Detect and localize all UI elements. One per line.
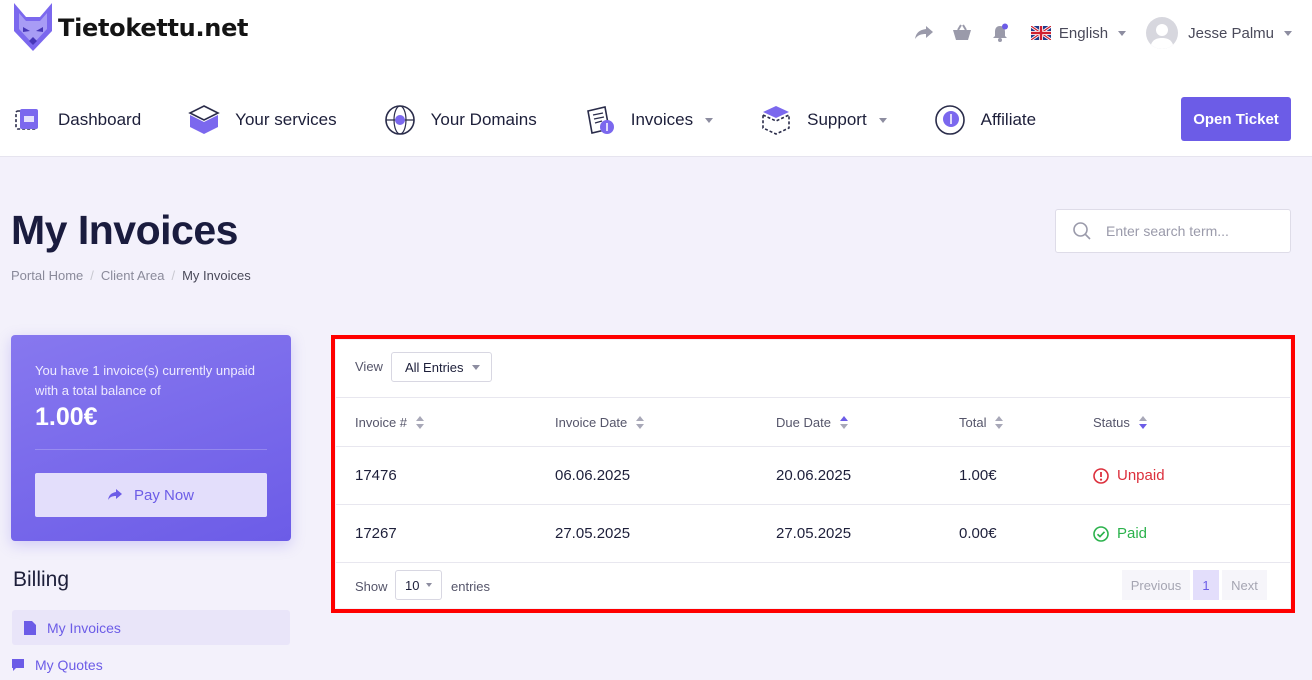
entries-label: entries bbox=[451, 579, 491, 594]
column-header-due-date[interactable]: Due Date bbox=[776, 415, 848, 430]
page-title: My Invoices bbox=[11, 207, 238, 253]
chevron-down-icon bbox=[1118, 30, 1127, 36]
uk-flag-icon bbox=[1030, 26, 1051, 40]
nav-item-invoices[interactable]: Invoices bbox=[583, 98, 714, 142]
view-label: View bbox=[355, 359, 383, 374]
avatar bbox=[1146, 17, 1179, 49]
table-filter-row: View All Entries bbox=[336, 340, 1290, 398]
table-header: Invoice # Invoice Date Due Date Total St… bbox=[336, 398, 1290, 447]
view-filter-select[interactable]: All Entries bbox=[391, 352, 492, 382]
table-row[interactable]: 17476 06.06.2025 20.06.2025 1.00€ Unpaid bbox=[336, 447, 1290, 505]
chevron-down-icon bbox=[878, 117, 887, 123]
bell-icon[interactable] bbox=[989, 22, 1011, 44]
invoice-date: 06.06.2025 bbox=[555, 467, 631, 484]
sidebar-item-label: My Invoices bbox=[47, 619, 121, 636]
search-input[interactable] bbox=[1106, 223, 1286, 239]
sidebar-item-my-quotes[interactable]: My Quotes bbox=[12, 647, 290, 680]
brand-name: Tietokettu.net bbox=[58, 14, 249, 42]
breadcrumb: Portal Home / Client Area / My Invoices bbox=[11, 268, 251, 283]
support-box-icon bbox=[762, 106, 790, 135]
document-icon bbox=[24, 620, 36, 635]
breadcrumb-client-area[interactable]: Client Area bbox=[101, 268, 165, 283]
nav-item-your-domains[interactable]: Your Domains bbox=[383, 98, 537, 142]
top-header: Tietokettu.net English Jesse Palmu Dashb… bbox=[0, 0, 1312, 157]
affiliate-coin-icon bbox=[934, 105, 965, 135]
invoice-number: 17267 bbox=[355, 525, 397, 542]
header-actions: English Jesse Palmu bbox=[913, 14, 1292, 52]
sidebar-title: Billing bbox=[13, 568, 70, 591]
sort-asc-icon bbox=[839, 416, 848, 429]
breadcrumb-current: My Invoices bbox=[182, 268, 251, 283]
page-length-value: 10 bbox=[405, 577, 420, 593]
chevron-down-icon bbox=[705, 117, 714, 123]
page-length-select[interactable]: 10 bbox=[395, 570, 442, 600]
breadcrumb-separator: / bbox=[90, 268, 94, 283]
check-circle-icon bbox=[1093, 525, 1109, 542]
breadcrumb-separator: / bbox=[171, 268, 176, 283]
balance-message: You have 1 invoice(s) currently unpaid w… bbox=[35, 363, 255, 398]
pagination: Previous 1 Next bbox=[1119, 570, 1267, 600]
status-badge: Unpaid bbox=[1093, 467, 1165, 484]
sort-icon bbox=[636, 416, 645, 429]
chevron-down-icon bbox=[472, 365, 480, 370]
due-date: 20.06.2025 bbox=[776, 467, 852, 484]
previous-page-button[interactable]: Previous bbox=[1122, 570, 1190, 600]
share-icon[interactable] bbox=[913, 22, 935, 44]
brand[interactable]: Tietokettu.net bbox=[10, 0, 249, 56]
show-label: Show bbox=[355, 579, 388, 594]
table-footer: Show 10 entries Previous 1 Next bbox=[336, 563, 1290, 608]
exclamation-circle-icon bbox=[1093, 467, 1109, 484]
status-label: Paid bbox=[1117, 525, 1148, 542]
search-box bbox=[1055, 209, 1291, 253]
breadcrumb-portal-home[interactable]: Portal Home bbox=[11, 268, 83, 283]
invoice-number: 17476 bbox=[355, 467, 397, 484]
globe-icon bbox=[384, 105, 415, 135]
chevron-down-icon bbox=[426, 583, 432, 587]
status-badge: Paid bbox=[1093, 525, 1147, 542]
divider bbox=[35, 449, 267, 450]
next-page-button[interactable]: Next bbox=[1222, 570, 1267, 600]
view-filter-value: All Entries bbox=[405, 359, 464, 375]
basket-icon[interactable] bbox=[951, 22, 973, 44]
box-icon bbox=[188, 105, 220, 134]
user-name: Jesse Palmu bbox=[1188, 24, 1274, 42]
fox-logo-icon bbox=[14, 3, 52, 51]
invoice-date: 27.05.2025 bbox=[555, 525, 631, 542]
nav-item-dashboard[interactable]: Dashboard bbox=[10, 98, 141, 142]
balance-amount: 1.00€ bbox=[35, 403, 98, 431]
due-date: 27.05.2025 bbox=[776, 525, 852, 542]
invoice-icon bbox=[586, 106, 614, 134]
main-nav: Dashboard Your services Your Domains Inv… bbox=[10, 98, 1082, 142]
invoice-total: 0.00€ bbox=[959, 525, 997, 542]
status-label: Unpaid bbox=[1117, 467, 1165, 484]
search-icon bbox=[1073, 222, 1091, 240]
pay-now-label: Pay Now bbox=[133, 486, 195, 504]
nav-item-your-services[interactable]: Your services bbox=[187, 98, 337, 142]
sort-icon bbox=[995, 416, 1004, 429]
sidebar-item-label: My Quotes bbox=[35, 656, 103, 673]
pay-now-button[interactable]: Pay Now bbox=[35, 473, 267, 517]
open-ticket-button[interactable]: Open Ticket bbox=[1181, 97, 1291, 141]
balance-card: You have 1 invoice(s) currently unpaid w… bbox=[11, 335, 291, 541]
page-1-button[interactable]: 1 bbox=[1193, 570, 1219, 600]
nav-item-support[interactable]: Support bbox=[759, 98, 887, 142]
column-header-total[interactable]: Total bbox=[959, 415, 1004, 430]
column-header-status[interactable]: Status bbox=[1093, 415, 1147, 430]
nav-item-affiliate[interactable]: Affiliate bbox=[933, 98, 1036, 142]
sort-desc-icon bbox=[1138, 416, 1147, 429]
share-arrow-icon bbox=[107, 489, 122, 500]
invoice-total: 1.00€ bbox=[959, 467, 997, 484]
dashboard-icon bbox=[15, 109, 38, 130]
sort-icon bbox=[416, 416, 425, 429]
invoices-table-panel: View All Entries Invoice # Invoice Date … bbox=[336, 340, 1290, 608]
chevron-down-icon bbox=[1284, 30, 1292, 36]
table-row[interactable]: 17267 27.05.2025 27.05.2025 0.00€ Paid bbox=[336, 505, 1290, 563]
language-label: English bbox=[1058, 24, 1109, 42]
comment-icon bbox=[12, 658, 24, 671]
user-menu[interactable]: Jesse Palmu bbox=[1146, 17, 1292, 49]
column-header-invoice-date[interactable]: Invoice Date bbox=[555, 415, 645, 430]
column-header-invoice[interactable]: Invoice # bbox=[355, 415, 425, 430]
sidebar-item-my-invoices[interactable]: My Invoices bbox=[12, 610, 290, 645]
language-selector[interactable]: English bbox=[1030, 24, 1127, 42]
